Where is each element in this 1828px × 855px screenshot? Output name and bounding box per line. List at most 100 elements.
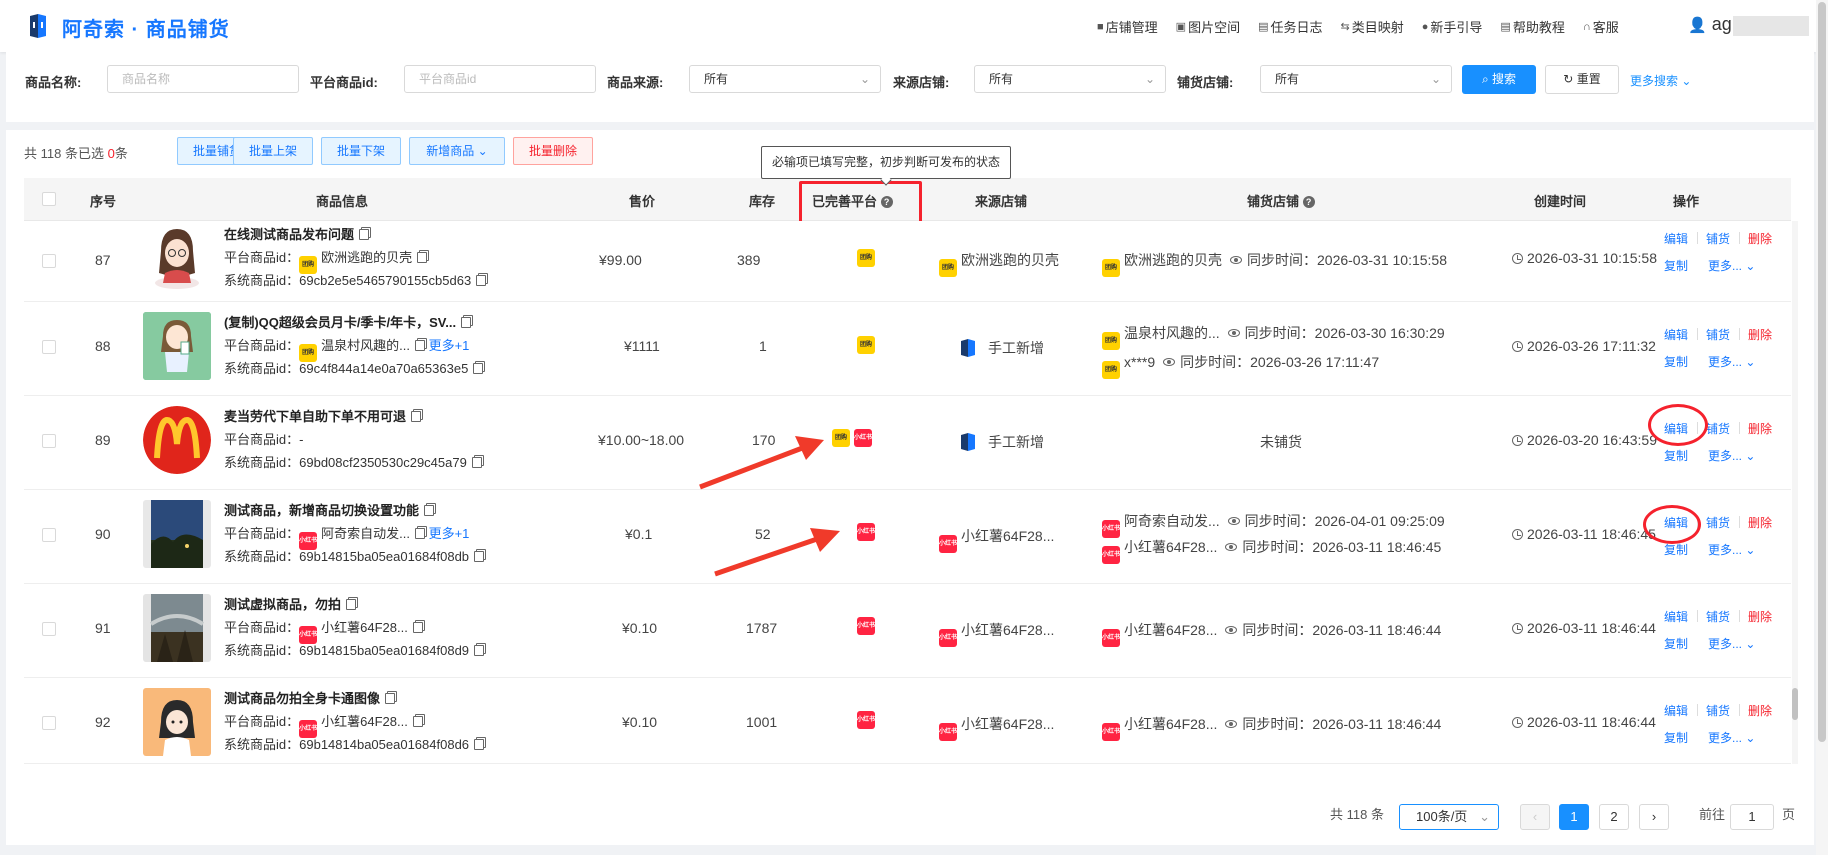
search-button[interactable]: ⌕ 搜索: [1462, 65, 1536, 94]
copy-icon[interactable]: [474, 739, 485, 750]
table-scrollbar-thumb[interactable]: [1792, 688, 1798, 720]
copy-icon[interactable]: [412, 622, 423, 633]
product-title: 在线测试商品发布问题: [224, 224, 370, 243]
eye-icon[interactable]: [1225, 720, 1238, 728]
edit-button[interactable]: 编辑: [1664, 702, 1688, 719]
add-product-dropdown[interactable]: 新增商品 ⌄: [409, 137, 505, 165]
copy-button[interactable]: 复制: [1664, 257, 1688, 274]
help-icon[interactable]: ?: [1302, 196, 1315, 208]
nav-support[interactable]: ∩ 客服: [1583, 17, 1619, 36]
eye-icon[interactable]: [1227, 329, 1240, 337]
more-actions-dropdown[interactable]: 更多... ⌄: [1708, 353, 1755, 370]
nav-image-space[interactable]: ▣ 图片空间: [1176, 17, 1240, 36]
copy-icon[interactable]: [474, 551, 485, 562]
source-select[interactable]: 所有 ⌄: [689, 65, 881, 93]
copy-icon[interactable]: [359, 229, 370, 240]
copy-button[interactable]: 复制: [1664, 635, 1688, 652]
distribute-button[interactable]: 铺货: [1706, 608, 1730, 625]
xiaohongshu-platform-icon: 小红书: [857, 523, 875, 541]
row-checkbox[interactable]: [42, 254, 56, 268]
page-number[interactable]: 1: [1559, 804, 1589, 830]
distribute-button[interactable]: 铺货: [1706, 420, 1730, 437]
nav-task-log[interactable]: ▤ 任务日志: [1258, 17, 1322, 36]
distribute-button[interactable]: 铺货: [1706, 702, 1730, 719]
product-thumbnail[interactable]: [143, 688, 211, 756]
more-search-link[interactable]: 更多搜索 ⌄: [1630, 72, 1691, 89]
page-number[interactable]: 2: [1599, 804, 1629, 830]
eye-icon[interactable]: [1227, 517, 1240, 525]
eye-icon[interactable]: [1230, 256, 1242, 264]
product-thumbnail[interactable]: [143, 594, 211, 662]
more-actions-dropdown[interactable]: 更多... ⌄: [1708, 729, 1755, 746]
copy-icon[interactable]: [412, 716, 423, 727]
delete-button[interactable]: 删除: [1748, 514, 1772, 531]
chevron-down-icon: ⌄: [1430, 72, 1441, 86]
user-menu[interactable]: 👤 ag: [1688, 14, 1732, 35]
copy-icon[interactable]: [346, 599, 357, 610]
target-shop-select[interactable]: 所有 ⌄: [1260, 65, 1452, 93]
copy-icon[interactable]: [414, 340, 425, 351]
copy-icon[interactable]: [461, 317, 472, 328]
more-actions-dropdown[interactable]: 更多... ⌄: [1708, 541, 1755, 558]
batch-unlist-button[interactable]: 批量下架: [321, 137, 401, 165]
delete-button[interactable]: 删除: [1748, 702, 1772, 719]
copy-icon[interactable]: [473, 363, 484, 374]
copy-icon[interactable]: [471, 457, 482, 468]
table-scrollbar[interactable]: [1792, 221, 1798, 764]
copy-icon[interactable]: [476, 275, 487, 286]
nav-shop-manage[interactable]: ■ 店铺管理: [1097, 17, 1158, 36]
copy-icon[interactable]: [474, 645, 485, 656]
copy-icon[interactable]: [417, 252, 428, 263]
eye-icon[interactable]: [1225, 626, 1238, 634]
copy-button[interactable]: 复制: [1664, 353, 1688, 370]
more-actions-dropdown[interactable]: 更多... ⌄: [1708, 447, 1755, 464]
edit-button[interactable]: 编辑: [1664, 326, 1688, 343]
row-number: 87: [95, 252, 111, 268]
product-thumbnail[interactable]: [143, 406, 211, 474]
select-all-checkbox[interactable]: [42, 192, 56, 206]
delete-button[interactable]: 删除: [1748, 608, 1772, 625]
product-thumbnail[interactable]: [143, 500, 211, 568]
row-checkbox[interactable]: [42, 716, 56, 730]
more-actions-dropdown[interactable]: 更多... ⌄: [1708, 257, 1755, 274]
copy-icon[interactable]: [414, 528, 425, 539]
nav-guide[interactable]: ● 新手引导: [1422, 17, 1483, 36]
copy-button[interactable]: 复制: [1664, 729, 1688, 746]
next-page-button[interactable]: ›: [1639, 804, 1669, 830]
product-name-input[interactable]: 商品名称: [107, 65, 299, 93]
delete-button[interactable]: 删除: [1748, 420, 1772, 437]
edit-button[interactable]: 编辑: [1664, 230, 1688, 247]
row-checkbox[interactable]: [42, 528, 56, 542]
platform-id-input[interactable]: 平台商品id: [404, 65, 596, 93]
reset-button[interactable]: ↻ 重置: [1545, 65, 1619, 94]
product-thumbnail[interactable]: [143, 221, 211, 291]
distribute-button[interactable]: 铺货: [1706, 230, 1730, 247]
copy-icon[interactable]: [385, 693, 396, 704]
page-size-select[interactable]: 100条/页 ⌄: [1399, 804, 1499, 830]
row-checkbox[interactable]: [42, 622, 56, 636]
copy-button[interactable]: 复制: [1664, 447, 1688, 464]
row-checkbox[interactable]: [42, 434, 56, 448]
delete-button[interactable]: 删除: [1748, 230, 1772, 247]
batch-list-button[interactable]: 批量上架: [233, 137, 313, 165]
row-checkbox[interactable]: [42, 340, 56, 354]
product-thumbnail[interactable]: [143, 312, 211, 380]
page-scrollbar-thumb[interactable]: [1818, 2, 1826, 742]
more-actions-dropdown[interactable]: 更多... ⌄: [1708, 635, 1755, 652]
eye-icon[interactable]: [1225, 543, 1238, 551]
batch-delete-button[interactable]: 批量删除: [513, 137, 593, 165]
copy-icon[interactable]: [424, 505, 435, 516]
distribute-button[interactable]: 铺货: [1706, 326, 1730, 343]
more-platforms-link[interactable]: 更多+1: [429, 338, 470, 353]
nav-category-map[interactable]: ⇆ 类目映射: [1341, 17, 1404, 36]
prev-page-button[interactable]: ‹: [1520, 804, 1550, 830]
source-shop-select[interactable]: 所有 ⌄: [974, 65, 1166, 93]
edit-button[interactable]: 编辑: [1664, 608, 1688, 625]
page-jump-input[interactable]: 1: [1730, 804, 1774, 830]
copy-icon[interactable]: [411, 411, 422, 422]
distribute-button[interactable]: 铺货: [1706, 514, 1730, 531]
more-platforms-link[interactable]: 更多+1: [429, 526, 470, 541]
eye-icon[interactable]: [1163, 358, 1176, 366]
nav-help[interactable]: ▤ 帮助教程: [1500, 17, 1564, 36]
delete-button[interactable]: 删除: [1748, 326, 1772, 343]
